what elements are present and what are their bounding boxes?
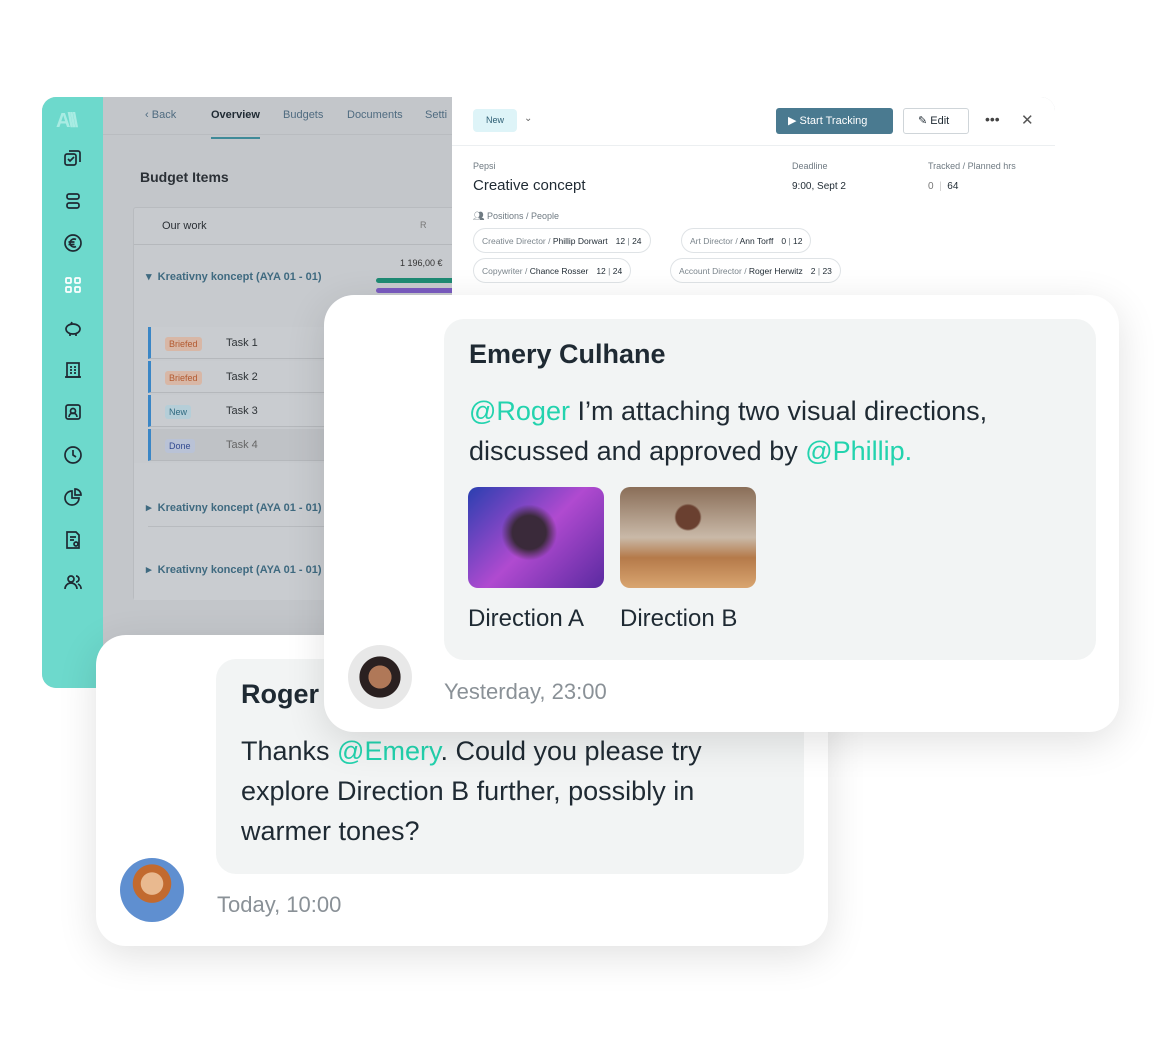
users-icon[interactable] xyxy=(60,569,86,595)
users-icon: 👥︎ xyxy=(473,211,485,221)
layers-icon[interactable] xyxy=(60,188,86,214)
sidebar: A\\\ xyxy=(42,97,103,688)
building-icon[interactable] xyxy=(60,357,86,383)
contact-card-icon[interactable] xyxy=(60,399,86,425)
column-header-r: R xyxy=(420,220,427,230)
author-name: Roger xyxy=(241,679,320,709)
person-chip[interactable]: Copywriter / Chance Rosser 12 | 24 xyxy=(473,258,632,283)
task-detail-panel: New ⌄ ▶ Start Tracking ✎ Edit ••• ✕ Peps… xyxy=(452,97,1055,297)
mention-link[interactable]: @Roger xyxy=(469,396,570,426)
deadline-value: 9:00, Sept 2 xyxy=(792,181,846,192)
comment-text: Thanks @Emery. Could you please try expl… xyxy=(241,736,702,846)
task-name: Task 2 xyxy=(226,371,258,383)
tab-budgets[interactable]: Budgets xyxy=(283,109,323,121)
tasks-icon[interactable] xyxy=(60,145,86,171)
mention-link[interactable]: @Emery xyxy=(337,736,440,766)
budget-group[interactable]: ▾ Kreativny koncept (AYA 01 - 01) xyxy=(146,270,322,283)
task-name: Task 4 xyxy=(226,439,258,451)
image-caption: Direction B xyxy=(620,605,738,632)
hours-label: Tracked / Planned hrs xyxy=(928,161,1016,171)
task-title: Creative concept xyxy=(473,177,586,194)
pie-chart-icon[interactable] xyxy=(60,484,86,510)
page-title: Budget Items xyxy=(140,169,229,185)
person-chip[interactable]: Account Director / Roger Herwitz 2 | 23 xyxy=(670,258,841,283)
avatar-emery xyxy=(348,645,412,709)
deadline-label: Deadline xyxy=(792,161,828,171)
back-link[interactable]: ‹ Back xyxy=(145,109,176,121)
timestamp: Today, 10:00 xyxy=(217,892,342,917)
app-logo: A\\\ xyxy=(56,110,78,132)
budget-group[interactable]: ▸ Kreativny koncept (AYA 01 - 01) xyxy=(146,501,322,514)
hours-value: 0 | 64 xyxy=(928,181,959,192)
mention-link[interactable]: @Phillip. xyxy=(805,436,912,466)
more-icon[interactable]: ••• xyxy=(985,111,1000,127)
piggy-bank-icon[interactable] xyxy=(60,315,86,341)
comment-text: @Roger I’m attaching two visual directio… xyxy=(469,396,988,466)
play-icon: ▶ xyxy=(788,115,797,127)
invoice-icon[interactable] xyxy=(60,527,86,553)
status-badge: Briefed xyxy=(165,337,202,351)
chevron-down-icon[interactable]: ⌄ xyxy=(524,113,532,124)
status-badge: New xyxy=(165,405,192,419)
budget-group[interactable]: ▸ Kreativny koncept (AYA 01 - 01) xyxy=(146,563,322,576)
client-label: Pepsi xyxy=(473,161,496,171)
grid-icon[interactable] xyxy=(60,272,86,298)
image-direction-a[interactable] xyxy=(468,487,604,588)
comment-bubble: Emery Culhane @Roger I’m attaching two v… xyxy=(444,319,1096,660)
start-tracking-button[interactable]: ▶ Start Tracking xyxy=(776,108,893,134)
clock-icon[interactable] xyxy=(60,442,86,468)
task-name: Task 3 xyxy=(226,405,258,417)
task-name: Task 1 xyxy=(226,337,258,349)
pencil-icon: ✎ xyxy=(918,115,928,127)
column-header: Our work xyxy=(162,220,207,232)
status-dropdown[interactable]: New xyxy=(473,109,517,132)
positions-label: 👥︎ Positions / People xyxy=(473,211,559,221)
tab-bar: ‹ Back Overview Budgets Documents Setti xyxy=(103,97,452,139)
author-name: Emery Culhane xyxy=(469,339,666,369)
amount: 1 196,00 € xyxy=(400,258,443,268)
close-icon[interactable]: ✕ xyxy=(1021,111,1034,129)
person-chip[interactable]: Creative Director / Phillip Dorwart 12 | … xyxy=(473,228,651,253)
avatar-roger xyxy=(120,858,184,922)
timestamp: Yesterday, 23:00 xyxy=(444,679,607,704)
edit-button[interactable]: ✎ Edit xyxy=(903,108,969,134)
image-direction-b[interactable] xyxy=(620,487,756,588)
person-chip[interactable]: Art Director / Ann Torff 0 | 12 xyxy=(681,228,812,253)
tab-overview[interactable]: Overview xyxy=(211,109,260,139)
tab-documents[interactable]: Documents xyxy=(347,109,403,121)
comment-card-emery: Emery Culhane @Roger I’m attaching two v… xyxy=(324,295,1119,732)
tab-settings[interactable]: Setti xyxy=(425,109,447,121)
status-badge: Briefed xyxy=(165,371,202,385)
euro-icon[interactable] xyxy=(60,230,86,256)
image-caption: Direction A xyxy=(468,605,585,632)
status-badge: Done xyxy=(165,439,195,453)
